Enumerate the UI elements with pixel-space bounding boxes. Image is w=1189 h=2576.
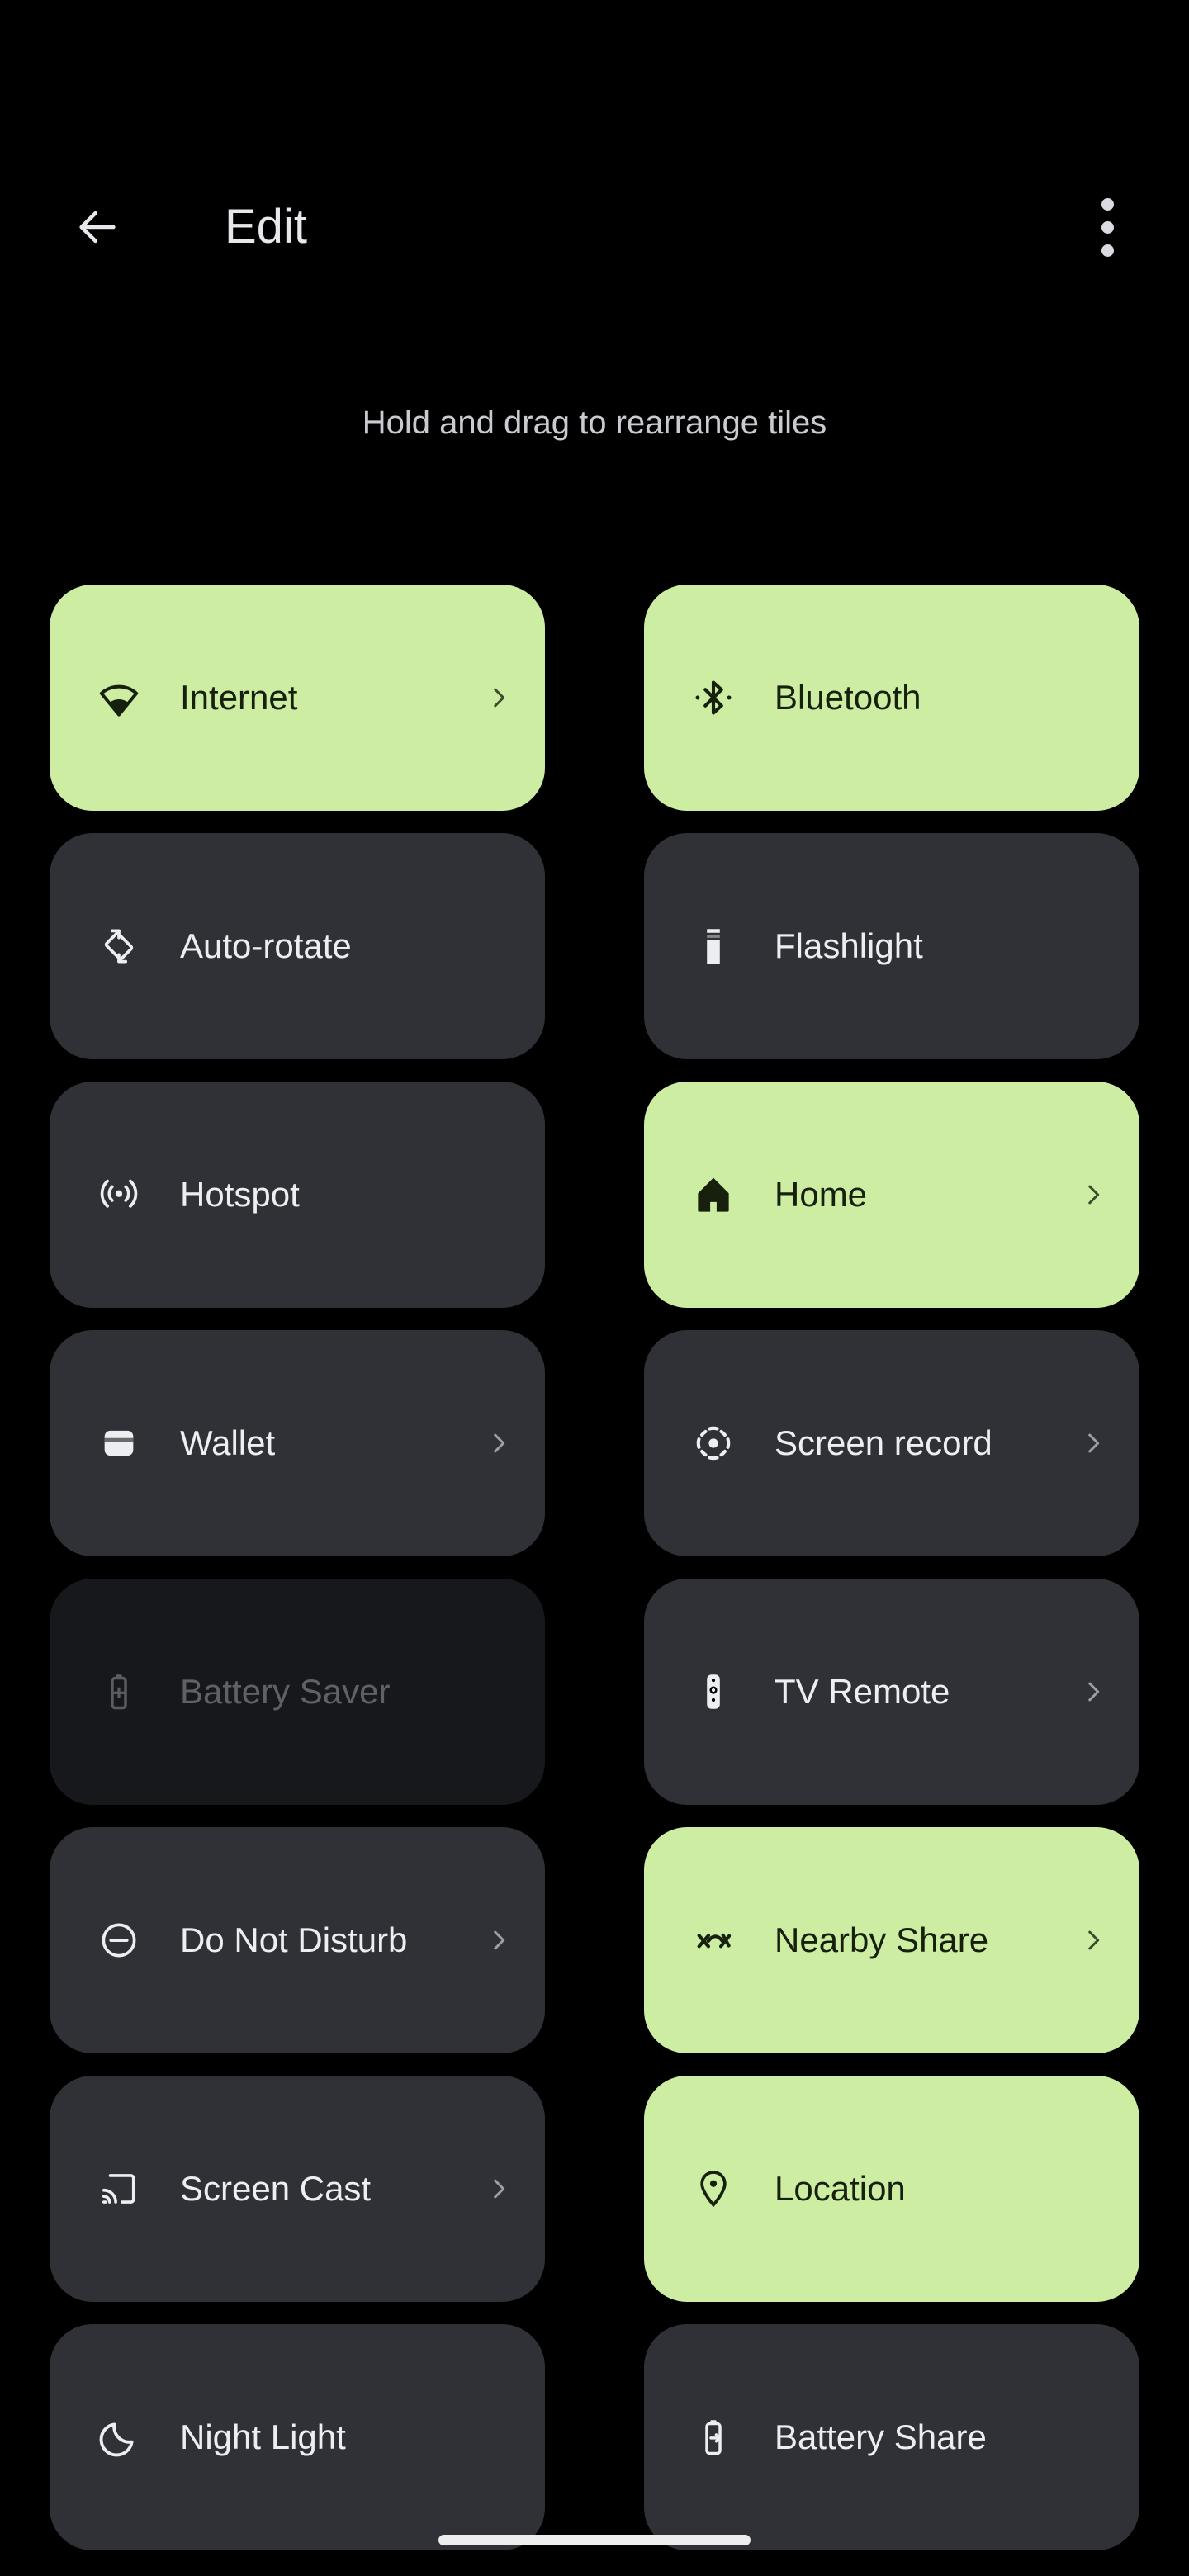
chevron-right-icon[interactable] — [1077, 1919, 1110, 1962]
home-icon — [692, 1173, 735, 1216]
tile-battery-share[interactable]: Battery Share — [644, 2324, 1139, 2550]
back-arrow-icon[interactable] — [66, 196, 129, 258]
chevron-right-icon[interactable] — [1077, 1422, 1110, 1465]
battery-saver-icon — [97, 1670, 140, 1713]
tile-label: Internet — [180, 678, 298, 717]
quick-settings-edit-screen: Edit Hold and drag to rearrange tiles In… — [0, 0, 1189, 2576]
overflow-dot — [1101, 220, 1114, 234]
tile-screen-record[interactable]: Screen record — [644, 1330, 1139, 1556]
tile-label: Bluetooth — [775, 678, 921, 717]
home-gesture-bar[interactable] — [438, 2535, 751, 2545]
tile-label: Night Light — [180, 2417, 346, 2456]
instruction-text: Hold and drag to rearrange tiles — [362, 405, 827, 441]
night-light-icon — [97, 2416, 140, 2459]
tile-label: TV Remote — [775, 1672, 950, 1711]
tile-label: Nearby Share — [775, 1920, 989, 1959]
chevron-right-icon[interactable] — [482, 2167, 515, 2210]
tile-label: Battery Share — [775, 2417, 987, 2456]
tile-hotspot[interactable]: Hotspot — [50, 1082, 545, 1308]
tile-label: Hotspot — [180, 1175, 300, 1214]
chevron-right-icon[interactable] — [1077, 1670, 1110, 1713]
app-bar: Edit — [0, 157, 1189, 297]
tile-auto-rotate[interactable]: Auto-rotate — [50, 833, 545, 1059]
tile-night-light[interactable]: Night Light — [50, 2324, 545, 2550]
more-vert-icon[interactable] — [1078, 190, 1136, 264]
tile-label: Flashlight — [775, 926, 923, 965]
hotspot-icon — [97, 1173, 140, 1216]
tile-label: Screen record — [775, 1423, 992, 1462]
location-icon — [692, 2167, 735, 2210]
tile-location[interactable]: Location — [644, 2076, 1139, 2302]
do-not-disturb-icon — [97, 1919, 140, 1962]
tile-label: Auto-rotate — [180, 926, 352, 965]
wifi-icon — [97, 676, 140, 719]
overflow-dot — [1101, 197, 1114, 211]
tile-internet[interactable]: Internet — [50, 585, 545, 811]
chevron-right-icon[interactable] — [482, 1919, 515, 1962]
bluetooth-icon — [692, 676, 735, 719]
tile-label: Home — [775, 1175, 868, 1214]
tile-label: Screen Cast — [180, 2169, 372, 2208]
tv-remote-icon — [692, 1670, 735, 1713]
arrow-left-icon — [79, 211, 116, 244]
flashlight-icon — [692, 925, 735, 968]
tile-home[interactable]: Home — [644, 1082, 1139, 1308]
wallet-icon — [97, 1422, 140, 1465]
page-title: Edit — [225, 200, 307, 253]
tile-label: Battery Saver — [180, 1672, 391, 1711]
auto-rotate-icon — [97, 925, 140, 968]
chevron-right-icon[interactable] — [482, 676, 515, 719]
tile-tv-remote[interactable]: TV Remote — [644, 1579, 1139, 1805]
tile-label: Do Not Disturb — [180, 1920, 408, 1959]
tile-do-not-disturb[interactable]: Do Not Disturb — [50, 1827, 545, 2053]
quick-settings-tile-grid: Internet Bluetooth Auto-rotate Flashlight Ho… — [50, 585, 1139, 2550]
chevron-right-icon[interactable] — [482, 1422, 515, 1465]
tile-flashlight[interactable]: Flashlight — [644, 833, 1139, 1059]
tile-wallet[interactable]: Wallet — [50, 1330, 545, 1556]
screen-record-icon — [692, 1422, 735, 1465]
battery-share-icon — [692, 2416, 735, 2459]
tile-screen-cast[interactable]: Screen Cast — [50, 2076, 545, 2302]
screen-cast-icon — [97, 2167, 140, 2210]
tile-label: Location — [775, 2169, 906, 2208]
overflow-dot — [1101, 244, 1114, 257]
nearby-share-icon — [692, 1919, 735, 1962]
chevron-right-icon[interactable] — [1077, 1173, 1110, 1216]
tile-label: Wallet — [180, 1423, 276, 1462]
tile-nearby-share[interactable]: Nearby Share — [644, 1827, 1139, 2053]
tile-battery-saver: Battery Saver — [50, 1579, 545, 1805]
tile-bluetooth[interactable]: Bluetooth — [644, 585, 1139, 811]
